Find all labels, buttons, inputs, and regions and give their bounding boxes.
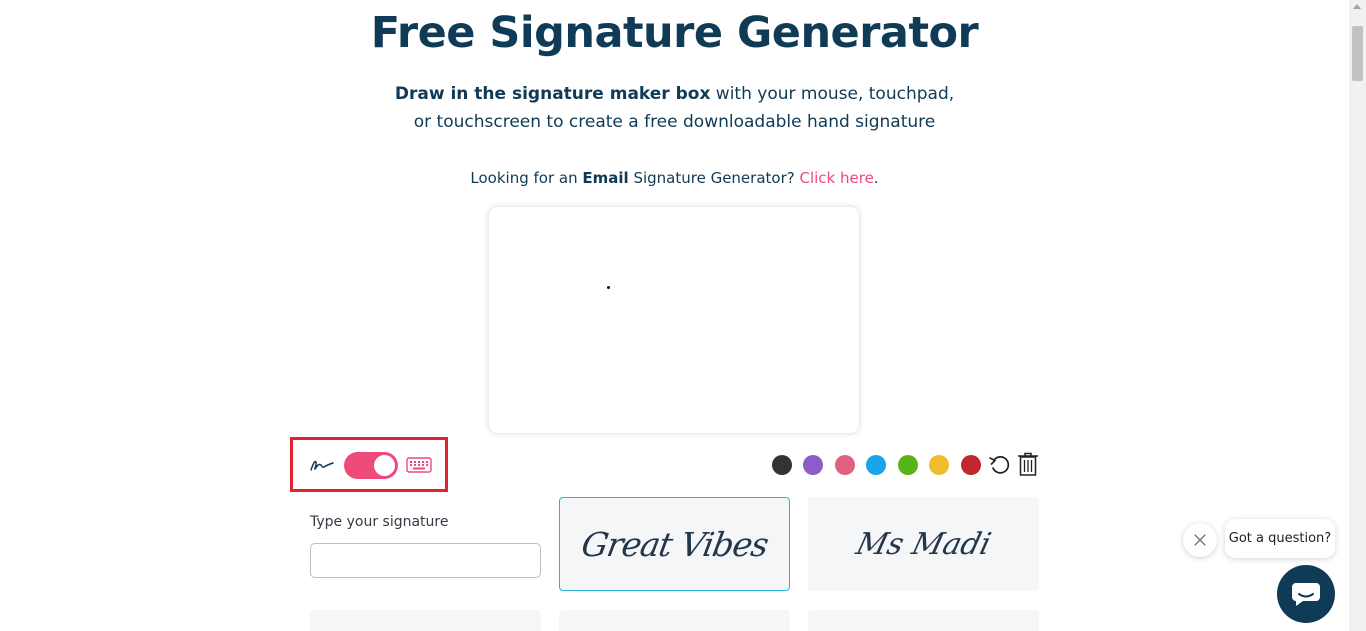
drawn-stroke bbox=[607, 286, 610, 289]
type-signature-input[interactable] bbox=[310, 543, 541, 578]
color-swatch-purple[interactable] bbox=[803, 455, 823, 475]
font-sample-great-vibes: Great Vibes bbox=[578, 524, 771, 564]
font-card-great-vibes[interactable]: Great Vibes bbox=[559, 497, 790, 591]
chat-close-button[interactable] bbox=[1183, 523, 1217, 557]
font-sample-ms-madi: Ms Madi bbox=[852, 526, 995, 562]
draw-type-toggle[interactable] bbox=[344, 452, 398, 479]
chat-prompt-bubble[interactable]: Got a question? bbox=[1225, 519, 1335, 558]
toggle-knob bbox=[374, 455, 395, 476]
scroll-thumb[interactable] bbox=[1352, 26, 1363, 81]
subtitle-bold: Draw in the signature maker box bbox=[394, 84, 711, 104]
chat-launcher-button[interactable] bbox=[1277, 565, 1335, 623]
close-icon bbox=[1194, 534, 1206, 546]
subtitle-line2: or touchscreen to create a free download… bbox=[413, 112, 936, 132]
chat-prompt-text: Got a question? bbox=[1228, 531, 1332, 546]
color-swatch-green[interactable] bbox=[898, 455, 918, 475]
chat-icon bbox=[1292, 583, 1320, 606]
vertical-scrollbar[interactable] bbox=[1349, 0, 1366, 631]
email-generator-link[interactable]: Click here bbox=[799, 169, 873, 187]
font-card-partial[interactable] bbox=[808, 610, 1039, 631]
undo-icon[interactable] bbox=[988, 453, 1012, 477]
page-subtitle: Draw in the signature maker box with you… bbox=[0, 80, 1349, 136]
font-card-partial[interactable] bbox=[310, 610, 541, 631]
type-signature-label: Type your signature bbox=[310, 514, 449, 530]
color-swatch-blue[interactable] bbox=[866, 455, 886, 475]
trash-icon[interactable] bbox=[1017, 452, 1039, 476]
color-swatch-yellow[interactable] bbox=[929, 455, 949, 475]
page-title: Free Signature Generator bbox=[370, 8, 979, 58]
color-swatch-pink[interactable] bbox=[835, 455, 855, 475]
page: Free Signature Generator Draw in the sig… bbox=[0, 0, 1349, 631]
email-prompt-prefix: Looking for an bbox=[470, 169, 583, 187]
font-card-partial[interactable] bbox=[559, 610, 790, 631]
signature-canvas[interactable] bbox=[489, 207, 859, 433]
email-generator-prompt: Looking for an Email Signature Generator… bbox=[0, 169, 1349, 187]
email-prompt-suffix: . bbox=[873, 169, 879, 187]
keyboard-icon[interactable] bbox=[406, 457, 432, 473]
font-card-ms-madi[interactable]: Ms Madi bbox=[808, 497, 1039, 591]
signature-pen-icon[interactable] bbox=[309, 454, 335, 474]
color-swatch-black[interactable] bbox=[772, 455, 792, 475]
subtitle-line1: with your mouse, touchpad, bbox=[710, 84, 955, 104]
scroll-up-arrow-icon[interactable] bbox=[1353, 4, 1361, 9]
email-prompt-bold: Email bbox=[582, 169, 629, 187]
email-prompt-middle: Signature Generator? bbox=[628, 169, 800, 187]
color-swatch-red[interactable] bbox=[961, 455, 981, 475]
